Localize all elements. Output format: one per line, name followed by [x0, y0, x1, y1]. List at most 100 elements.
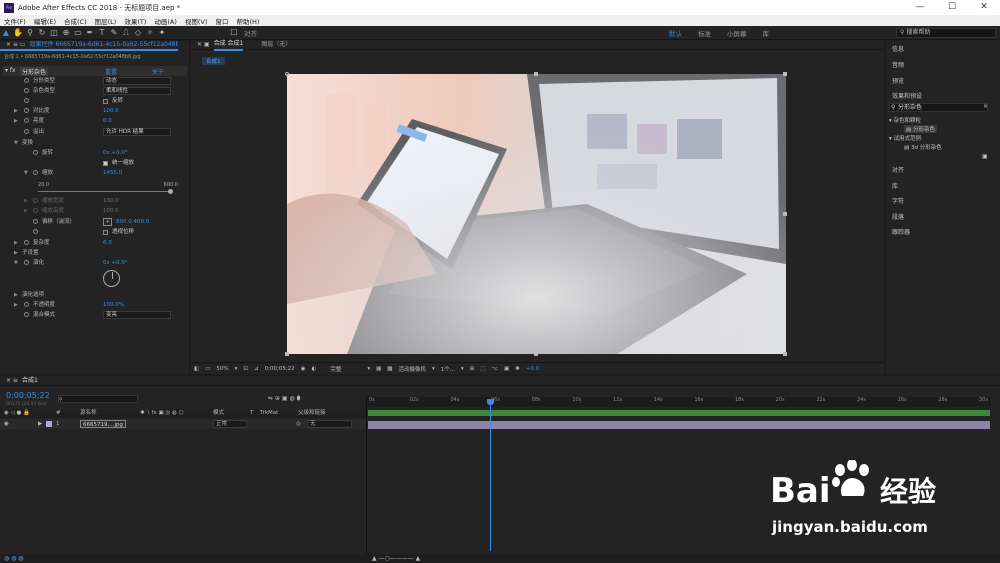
col-t[interactable]: T [250, 409, 253, 418]
stopwatch-icon[interactable] [24, 78, 29, 83]
tree-fractal-noise[interactable]: ▤ 分形杂色 [904, 125, 937, 133]
maximize-button[interactable]: ☐ [936, 0, 968, 15]
reset-link[interactable]: 重置 [105, 67, 117, 76]
table-row[interactable]: ◉ ▶ 1 6665719....jpg 正常 ◎ 无 [0, 419, 366, 429]
menu-help[interactable]: 帮助(H) [232, 16, 263, 26]
workspace-default[interactable]: 默认 [661, 28, 690, 38]
stopwatch-icon[interactable] [33, 229, 38, 234]
panel-paragraph[interactable]: 段落 [892, 212, 904, 221]
contrast-value[interactable]: 100.0 [103, 106, 119, 116]
fit-icon[interactable]: ⊡ [240, 366, 251, 372]
menu-edit[interactable]: 编辑(E) [30, 16, 60, 26]
timeline-timecode[interactable]: 0;00;05;22 [6, 391, 50, 400]
blend-mode-dropdown[interactable]: 变亮 [103, 311, 171, 319]
panel-audio[interactable]: 音频 [892, 60, 904, 69]
panel-library[interactable]: 库 [892, 181, 898, 190]
expand-triangle-icon[interactable]: ▶ [14, 116, 18, 126]
workspace-small-screen[interactable]: 小屏幕 [719, 28, 755, 38]
zoom-tool-icon[interactable]: ⚲ [24, 27, 36, 39]
stopwatch-icon[interactable] [33, 170, 38, 175]
eraser-tool-icon[interactable]: ◇ [132, 27, 144, 39]
perspective-offset-checkbox[interactable] [103, 229, 108, 235]
roto-brush-tool-icon[interactable]: ✧ [144, 27, 156, 39]
stopwatch-icon[interactable] [24, 240, 29, 245]
views-dropdown[interactable]: 1个... [438, 365, 458, 373]
collapse-triangle-icon[interactable]: ▼ [14, 258, 18, 268]
rotate-tool-icon[interactable]: ↻ [36, 27, 48, 39]
region-icon[interactable]: ⊿ [251, 366, 262, 372]
camera-dropdown[interactable]: 活动摄像机 [396, 365, 430, 373]
expand-triangle-icon[interactable]: ▶ [14, 238, 18, 248]
overflow-dropdown[interactable]: 允许 HDR 结果 [103, 128, 171, 136]
stopwatch-icon[interactable] [24, 118, 29, 123]
menu-view[interactable]: 视图(V) [181, 16, 212, 26]
snapshot-icon[interactable]: ◉ [298, 366, 309, 372]
roi-icon[interactable]: ▦ [373, 366, 384, 372]
minimize-button[interactable]: — [904, 0, 936, 15]
stopwatch-icon[interactable] [33, 150, 38, 155]
corner-handle[interactable] [285, 72, 289, 76]
edge-handle[interactable] [783, 72, 787, 76]
3d-icon[interactable]: ⬚ [477, 366, 488, 372]
expand-triangle-icon[interactable]: ▶ [14, 290, 18, 300]
col-parent[interactable]: 父级和链接 [298, 409, 326, 418]
viewer-timecode[interactable]: 0;00;05;22 [262, 366, 298, 372]
selection-tool-icon[interactable]: ▲ [0, 27, 12, 39]
transparency-grid-icon[interactable]: ▩ [384, 366, 395, 372]
color-icon[interactable]: ◐ [309, 366, 320, 372]
stopwatch-icon[interactable] [33, 219, 38, 224]
zoom-slider[interactable]: ▲ —○———— ▲ [372, 555, 420, 562]
effect-controls-tab[interactable]: ✕ ≡ ▭ 效果控件 6665719a-6d61-4c15-0a62-55cf12… [0, 41, 178, 51]
label-color-swatch[interactable] [46, 421, 52, 427]
snap-checkbox[interactable]: ☐ [228, 27, 240, 39]
rotation-value[interactable]: 0x +0.0° [103, 148, 128, 158]
tab-comp1[interactable]: 合成1 [22, 376, 38, 386]
layer-duration-bar[interactable] [368, 421, 990, 429]
exposure-value[interactable]: +0.0 [523, 366, 542, 372]
noise-type-dropdown[interactable]: 柔和线性 [103, 87, 171, 95]
camera-tool-icon[interactable]: ◫ [48, 27, 60, 39]
edge-handle[interactable] [285, 352, 289, 356]
col-source-name[interactable]: 源名称 [80, 409, 97, 418]
panel-align[interactable]: 对齐 [892, 165, 904, 174]
panel-preview[interactable]: 预览 [892, 76, 904, 85]
scale-slider-thumb[interactable] [168, 189, 173, 194]
evolution-value[interactable]: 0x +0.0° [103, 258, 128, 268]
time-ruler[interactable]: 0s 02s 04s 06s 08s 10s 12s 14s 16s 18s 2… [367, 397, 991, 407]
fast-preview-icon[interactable]: ▣ [501, 366, 512, 372]
stopwatch-icon[interactable] [24, 260, 29, 265]
edge-handle[interactable] [783, 212, 787, 216]
footer-toggle-icons[interactable]: ◍ ◍ ◍ [4, 555, 24, 562]
stopwatch-icon[interactable] [24, 88, 29, 93]
layer-mode-dropdown[interactable]: 正常 [213, 420, 247, 428]
rectangle-tool-icon[interactable]: ▭ [72, 27, 84, 39]
stopwatch-icon[interactable] [24, 312, 29, 317]
hand-tool-icon[interactable]: ✋ [12, 27, 24, 39]
new-folder-icon[interactable]: ▣ [982, 153, 988, 160]
stopwatch-icon[interactable] [24, 98, 29, 103]
opacity-value[interactable]: 100.0% [103, 300, 124, 310]
timeline-tools-icon[interactable]: ⇋ ⊕ ▣ ◍ ⬮ [268, 395, 300, 403]
menu-window[interactable]: 窗口 [211, 16, 232, 26]
tab-composition[interactable]: 合成 合成1 [213, 39, 244, 51]
collapse-triangle-icon[interactable]: ▼ [14, 138, 18, 148]
toggle-pixel-icon[interactable]: ⊞ [467, 366, 478, 372]
panel-character[interactable]: 字符 [892, 196, 904, 205]
pickwhip-icon[interactable]: ◎ [296, 419, 301, 429]
offset-value[interactable]: 800.0,400.0 [116, 217, 149, 227]
edge-handle[interactable] [534, 72, 538, 76]
evolution-dial[interactable] [103, 270, 120, 287]
tree-3d-fractal[interactable]: ▤ 3d 分形杂色 [904, 143, 942, 151]
uniform-scale-checkbox[interactable] [103, 160, 108, 166]
stopwatch-icon[interactable] [24, 108, 29, 113]
effect-name[interactable]: 分形杂色 [20, 67, 49, 76]
search-help-input[interactable]: ⚲ 搜索帮助 [896, 28, 996, 38]
clone-stamp-tool-icon[interactable]: ⎍ [120, 27, 132, 39]
invert-checkbox[interactable] [103, 98, 108, 104]
menu-file[interactable]: 文件(F) [0, 16, 30, 26]
expand-triangle-icon[interactable]: ▶ [14, 248, 18, 258]
layer-name[interactable]: 6665719....jpg [80, 420, 126, 428]
zoom-dropdown[interactable]: 50% [213, 366, 231, 372]
effects-search-input[interactable]: ⚲ 分形杂色 [889, 103, 988, 112]
tree-noise-grain[interactable]: ▾ 杂色和颗粒 [889, 116, 921, 124]
